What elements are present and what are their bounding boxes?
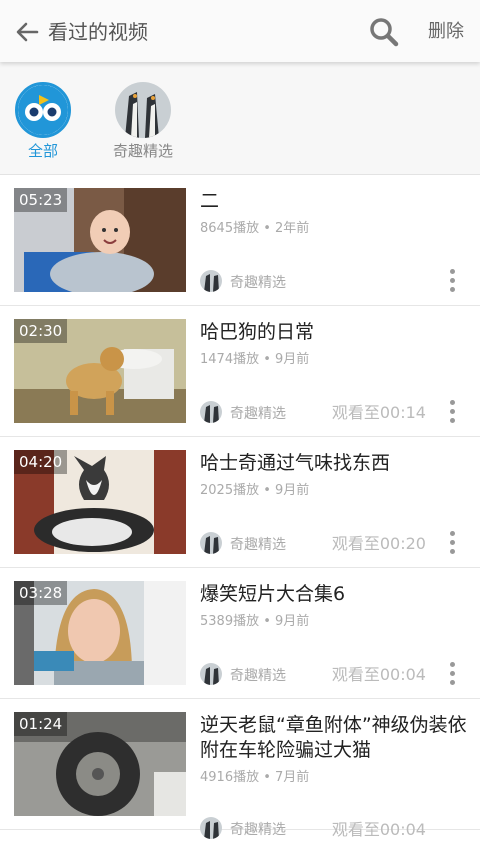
dot [449,540,455,545]
penguins-avatar [115,82,171,138]
video-title[interactable]: 哈巴狗的日常 [200,320,470,345]
filter-qiqu[interactable]: 奇趣精选 [93,82,193,161]
more-options-button[interactable] [444,660,460,686]
video-meta: 2025播放 • 9月前 [200,479,309,498]
dot [449,287,455,292]
channel-avatar [200,663,222,685]
play-count: 2025播放 [200,483,260,498]
back-button[interactable] [12,17,42,47]
video-title[interactable]: 哈士奇通过气味找东西 [200,451,470,476]
play-count: 1474播放 [200,352,260,367]
video-duration: 02:30 [14,319,68,343]
page-title: 看过的视频 [48,20,148,44]
channel-avatar [200,401,222,423]
dot [449,269,455,274]
video-item[interactable]: 05:23 二 8645播放 • 2年前 奇趣精选 [0,175,480,306]
more-options-button[interactable] [444,529,460,555]
filter-qiqu-label: 奇趣精选 [112,142,173,160]
upload-age: 2年前 [275,221,310,236]
dot [449,680,455,685]
video-thumbnail[interactable]: 04:20 [14,450,186,554]
delete-button[interactable]: 删除 [428,17,464,47]
video-item[interactable]: 04:20 哈士奇通过气味找东西 2025播放 • 9月前 奇趣精选 观看至00… [0,437,480,568]
channel-avatar [200,817,222,839]
play-count: 5389播放 [200,614,260,629]
upload-age: 9月前 [275,352,310,367]
dot [449,278,455,283]
dot [449,662,455,667]
more-options-button[interactable] [444,267,460,293]
watch-progress: 观看至00:04 [331,665,426,684]
video-title[interactable]: 爆笑短片大合集6 [200,582,470,607]
video-meta: 1474播放 • 9月前 [200,348,309,367]
channel-name: 奇趣精选 [230,537,286,553]
meta-separator: • [259,483,276,498]
video-duration: 04:20 [14,450,68,474]
dot [449,400,455,405]
channel-name: 奇趣精选 [230,406,286,422]
channel-avatar [200,270,222,292]
video-meta: 4916播放 • 7月前 [200,766,309,785]
video-list: 05:23 二 8645播放 • 2年前 奇趣精选 02:30 哈巴狗的日常 1… [0,175,480,839]
arrow-left-icon [16,22,39,42]
channel-name: 奇趣精选 [230,822,286,838]
play-count: 8645播放 [200,221,260,236]
video-item[interactable]: 02:30 哈巴狗的日常 1474播放 • 9月前 奇趣精选 观看至00:14 [0,306,480,437]
filter-all-label: 全部 [27,142,58,160]
video-item[interactable]: 03:28 爆笑短片大合集6 5389播放 • 9月前 奇趣精选 观看至00:0… [0,568,480,699]
filter-all[interactable]: 全部 [0,82,93,161]
watch-progress: 观看至00:14 [331,403,426,422]
search-button[interactable] [368,16,400,48]
channel-filter-bar: 全部 奇趣精选 [0,62,480,175]
video-title[interactable]: 逆天老鼠“章鱼附体”神级伪装依附在车轮险骗过大猫 [200,713,470,763]
video-duration: 01:24 [14,712,68,736]
video-duration: 03:28 [14,581,68,605]
video-thumbnail[interactable]: 05:23 [14,188,186,292]
video-thumbnail[interactable]: 03:28 [14,581,186,685]
owl-logo-icon [15,82,71,138]
watch-progress: 观看至00:20 [331,534,426,553]
upload-age: 9月前 [275,614,310,629]
meta-separator: • [259,614,276,629]
dot [449,531,455,536]
meta-separator: • [259,770,276,785]
more-options-button[interactable] [444,398,460,424]
top-bar: 看过的视频 删除 [0,0,480,62]
dot [449,671,455,676]
meta-separator: • [259,352,276,367]
play-count: 4916播放 [200,770,260,785]
channel-name: 奇趣精选 [230,275,286,291]
dot [449,549,455,554]
upload-age: 7月前 [275,770,310,785]
video-duration: 05:23 [14,188,68,212]
watch-progress: 观看至00:04 [331,820,426,839]
channel-avatar [200,532,222,554]
dot [449,409,455,414]
video-meta: 5389播放 • 9月前 [200,610,309,629]
channel-name: 奇趣精选 [230,668,286,684]
video-thumbnail[interactable]: 02:30 [14,319,186,423]
search-icon [370,18,399,47]
upload-age: 9月前 [275,483,310,498]
meta-separator: • [259,221,276,236]
video-title[interactable]: 二 [200,189,470,214]
video-meta: 8645播放 • 2年前 [200,217,309,236]
video-thumbnail[interactable]: 01:24 [14,712,186,816]
video-item[interactable]: 01:24 逆天老鼠“章鱼附体”神级伪装依附在车轮险骗过大猫 4916播放 • … [0,699,480,839]
dot [449,418,455,423]
